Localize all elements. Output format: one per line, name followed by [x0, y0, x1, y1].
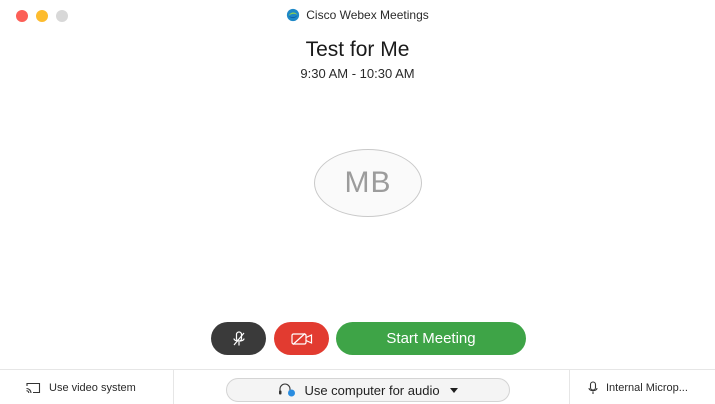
avatar-initials: MB	[344, 166, 392, 199]
start-meeting-label: Start Meeting	[386, 330, 476, 347]
audio-connection-label: Use computer for audio	[304, 382, 440, 398]
microphone-selector[interactable]: Internal Microp...	[569, 370, 715, 404]
webex-window: Cisco Webex Meetings Test for Me 9:30 AM…	[0, 0, 715, 404]
cast-icon	[26, 382, 41, 393]
meeting-time: 9:30 AM - 10:30 AM	[300, 66, 415, 81]
window-title-group: Cisco Webex Meetings	[286, 8, 429, 22]
video-off-icon	[290, 332, 312, 345]
mute-button[interactable]	[211, 322, 266, 355]
microphone-icon	[588, 380, 598, 394]
mic-off-icon	[232, 330, 245, 345]
window-title: Cisco Webex Meetings	[306, 8, 429, 22]
meeting-title: Test for Me	[305, 38, 410, 61]
start-meeting-button[interactable]: Start Meeting	[336, 322, 526, 355]
minimize-window-button[interactable]	[36, 10, 48, 22]
window-controls	[16, 10, 68, 22]
use-video-system-label: Use video system	[49, 381, 136, 394]
use-video-system-button[interactable]: Use video system	[0, 370, 174, 404]
microphone-label: Internal Microp...	[606, 381, 688, 394]
title-bar: Cisco Webex Meetings	[0, 0, 715, 30]
zoom-window-button[interactable]	[56, 10, 68, 22]
bottom-bar: Use video system Use computer for audio …	[0, 369, 715, 404]
audio-connection-dropdown[interactable]: Use computer for audio	[226, 378, 510, 402]
avatar: MB	[314, 149, 422, 217]
webex-logo-icon	[287, 8, 300, 22]
close-window-button[interactable]	[16, 10, 28, 22]
video-button[interactable]	[274, 322, 329, 355]
headset-icon	[279, 383, 296, 397]
chevron-down-icon	[449, 387, 458, 393]
